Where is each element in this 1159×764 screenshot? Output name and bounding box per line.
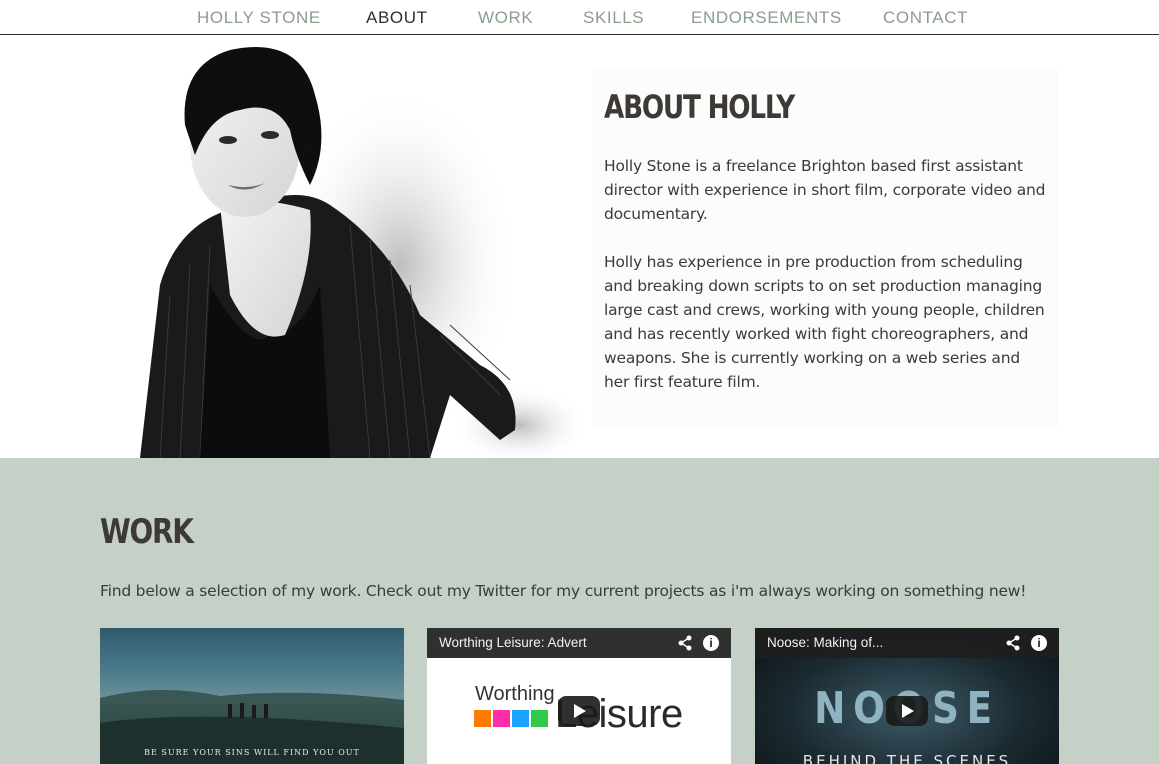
noose-subline: BEHIND THE SCENES <box>802 752 1012 764</box>
worthing-logo-text: Worthing <box>475 683 555 705</box>
video-title-bar: Noose: Making of... i <box>755 628 1059 658</box>
video-title-bar: Worthing Leisure: Advert i <box>427 628 731 658</box>
video-worthing-leisure[interactable]: Worthing Leisure Worthing Leisure: Adver… <box>427 628 731 764</box>
share-icon[interactable] <box>677 635 693 651</box>
info-icon[interactable]: i <box>1031 635 1047 651</box>
worthing-logo-squares <box>474 710 548 727</box>
video-title[interactable]: Noose: Making of... <box>767 635 883 650</box>
nav-link-contact[interactable]: CONTACT <box>883 8 968 28</box>
video-noose-making-of[interactable]: NOOSE BEHIND THE SCENES Noose: Making of… <box>755 628 1059 764</box>
work-title: WORK <box>100 512 194 552</box>
work-poster-card[interactable]: BE SURE YOUR SINS WILL FIND YOU OUT <box>100 628 404 764</box>
play-icon[interactable] <box>886 696 928 726</box>
nav-link-skills[interactable]: SKILLS <box>583 8 644 28</box>
about-card: ABOUT HOLLY Holly Stone is a freelance B… <box>592 70 1058 428</box>
about-section: ABOUT HOLLY Holly Stone is a freelance B… <box>0 35 1159 458</box>
nav-link-about[interactable]: ABOUT <box>366 8 428 28</box>
info-icon[interactable]: i <box>703 635 719 651</box>
work-intro: Find below a selection of my work. Check… <box>100 582 1027 600</box>
top-nav: HOLLY STONE ABOUT WORK SKILLS ENDORSEMEN… <box>0 0 1159 35</box>
poster-landscape-image <box>100 690 404 764</box>
about-title: ABOUT HOLLY <box>604 88 795 126</box>
nav-link-endorsements[interactable]: ENDORSEMENTS <box>691 8 842 28</box>
nav-link-holly-stone[interactable]: HOLLY STONE <box>197 8 321 28</box>
about-paragraph-1: Holly Stone is a freelance Brighton base… <box>604 157 1046 223</box>
work-section: WORK Find below a selection of my work. … <box>0 458 1159 764</box>
nav-link-work[interactable]: WORK <box>478 8 533 28</box>
about-paragraph-2: Holly has experience in pre production f… <box>604 253 1045 391</box>
portrait-photo <box>100 35 590 458</box>
share-icon[interactable] <box>1005 635 1021 651</box>
video-title[interactable]: Worthing Leisure: Advert <box>439 635 587 650</box>
play-icon[interactable] <box>558 696 600 726</box>
poster-caption: BE SURE YOUR SINS WILL FIND YOU OUT <box>144 748 360 757</box>
